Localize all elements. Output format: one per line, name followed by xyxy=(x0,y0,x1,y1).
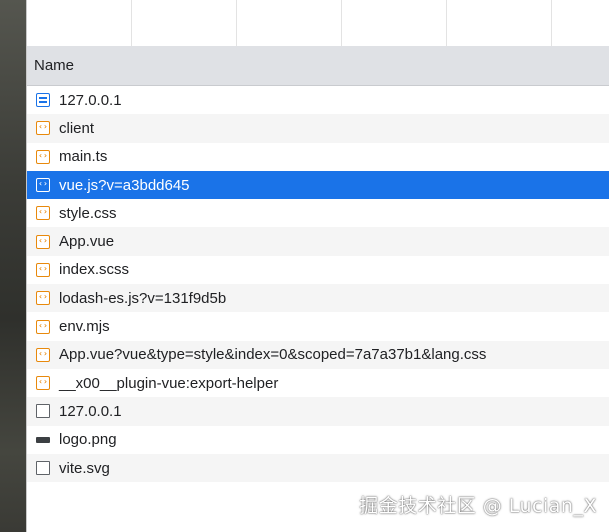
script-icon: ‹› xyxy=(36,206,50,221)
request-row[interactable]: ‹› client xyxy=(27,114,609,143)
overview-gridline xyxy=(131,0,132,46)
image-icon xyxy=(36,436,50,443)
script-icon: ‹› xyxy=(36,234,50,249)
request-name: __x00__plugin-vue:export-helper xyxy=(59,374,279,392)
request-row[interactable]: ‹› index.scss xyxy=(27,256,609,284)
name-column-header[interactable]: Name xyxy=(27,46,609,86)
overview-gridline xyxy=(236,0,237,46)
watermark-text: 掘金技术社区 @ Lucian_X xyxy=(359,495,597,517)
request-row[interactable]: 127.0.0.1 xyxy=(27,86,609,114)
script-icon: ‹› xyxy=(36,121,50,136)
request-name: style.css xyxy=(59,204,117,222)
script-icon: ‹› xyxy=(36,262,50,277)
request-name: env.mjs xyxy=(59,318,110,336)
request-row[interactable]: ‹› env.mjs xyxy=(27,312,609,340)
overview-gridline xyxy=(551,0,552,46)
request-name: logo.png xyxy=(59,431,117,449)
blank-file-icon xyxy=(36,404,50,419)
request-name: 127.0.0.1 xyxy=(59,91,122,109)
document-icon xyxy=(36,93,50,108)
request-name: index.scss xyxy=(59,261,130,279)
request-row[interactable]: ‹› lodash-es.js?v=131f9d5b xyxy=(27,284,609,313)
column-header-label: Name xyxy=(34,57,75,74)
overview-gridline xyxy=(341,0,342,46)
request-name: lodash-es.js?v=131f9d5b xyxy=(59,289,227,307)
request-row[interactable]: ‹› style.css xyxy=(27,199,609,227)
script-icon: ‹› xyxy=(36,178,50,193)
request-row[interactable]: ‹› __x00__plugin-vue:export-helper xyxy=(27,369,609,397)
script-icon: ‹› xyxy=(36,347,50,362)
overview-gridline xyxy=(446,0,447,46)
request-row[interactable]: vite.svg xyxy=(27,453,609,483)
request-row[interactable]: ‹› App.vue xyxy=(27,227,609,256)
request-row[interactable]: logo.png xyxy=(27,426,609,454)
script-icon: ‹› xyxy=(36,149,50,164)
script-icon: ‹› xyxy=(36,376,50,391)
request-name: App.vue xyxy=(59,233,115,251)
background-photo-strip xyxy=(0,0,26,532)
request-name: vue.js?v=a3bdd645 xyxy=(59,176,190,194)
request-name: vite.svg xyxy=(59,459,110,477)
request-name: main.ts xyxy=(59,148,108,166)
timeline-overview[interactable] xyxy=(27,0,609,47)
request-name: 127.0.0.1 xyxy=(59,402,122,420)
script-icon: ‹› xyxy=(36,291,50,306)
network-panel: Name 127.0.0.1 ‹› client ‹› main.ts ‹› vue.js?… xyxy=(26,0,609,532)
request-list: 127.0.0.1 ‹› client ‹› main.ts ‹› vue.js?v=a3b… xyxy=(27,86,609,483)
request-row[interactable]: ‹› vue.js?v=a3bdd645 xyxy=(27,170,609,200)
request-row[interactable]: ‹› App.vue?vue&type=style&index=0&scoped=… xyxy=(27,340,609,369)
blank-file-icon xyxy=(36,461,50,475)
request-name: client xyxy=(59,119,95,137)
request-name: App.vue?vue&type=style&index=0&scoped=7a… xyxy=(59,346,487,364)
request-row[interactable]: 127.0.0.1 xyxy=(27,397,609,426)
request-row[interactable]: ‹› main.ts xyxy=(27,143,609,171)
script-icon: ‹› xyxy=(36,319,50,334)
